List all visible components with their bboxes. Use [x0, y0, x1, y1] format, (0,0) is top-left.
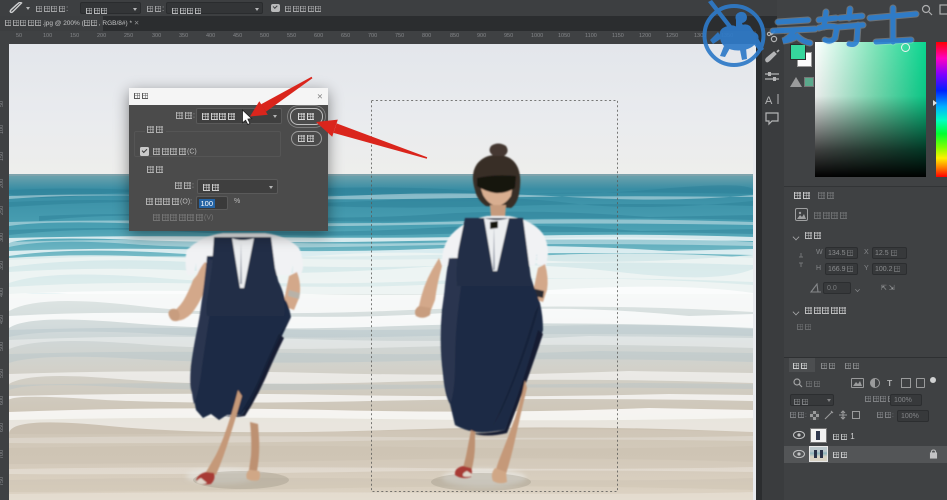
svg-text:A: A [765, 95, 773, 107]
